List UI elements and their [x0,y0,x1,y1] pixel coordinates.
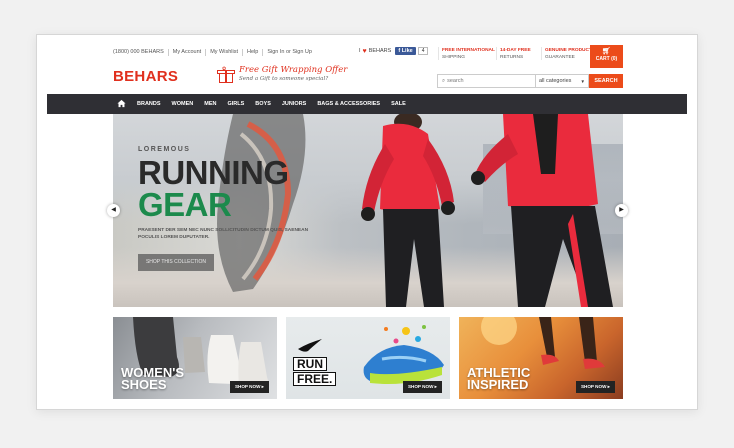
tile-run-free[interactable]: RUN FREE. SHOP NOW ▸ [286,317,450,399]
hero-banner[interactable]: LOREMOUS RUNNING GEAR PRAESENT DER SEM N… [113,114,623,307]
my-account-link[interactable]: My Account [167,49,205,56]
promo-strip: FREE INTERNATIONAL SHIPPING 14-DAY FREE … [438,47,592,60]
chevron-right-icon: ▶ [619,207,624,213]
utility-links: (1800) 000 BEHARS My Account My Wishlist… [113,49,316,56]
promo-title: 14-DAY FREE [500,48,531,53]
fb-like-label: Like [401,48,413,54]
nav-juniors[interactable]: JUNIORS [282,101,306,107]
search-icon: ⌕ [442,78,446,84]
shop-now-button[interactable]: SHOP NOW ▸ [229,381,269,393]
promo-returns[interactable]: 14-DAY FREE RETURNS [496,47,541,60]
social-prefix: I [359,48,361,54]
tile-title-line2: FREE. [293,372,337,386]
gift-icon: ✿ [217,67,235,84]
runner-man-image [471,114,613,307]
promo-title: FREE INTERNATIONAL [442,48,495,53]
my-wishlist-link[interactable]: My Wishlist [205,49,242,56]
hero-kicker: LOREMOUS [138,146,191,153]
shop-now-button[interactable]: SHOP NOW ▸ [575,381,615,393]
main-nav: BRANDS WOMEN MEN GIRLS BOYS JUNIORS BAGS… [47,94,687,114]
phone-number: (1800) 000 BEHARS [113,49,164,55]
nav-boys[interactable]: BOYS [255,101,271,107]
offer-title: Free Gift Wrapping Offer [239,65,348,75]
promo-subtitle: RETURNS [500,55,524,60]
promo-guarantee[interactable]: GENUINE PRODUCT GUARANTEE [541,47,592,60]
category-select[interactable]: all categories ▼ [535,74,589,88]
hero-description: PRAESENT DER SEM NEC NUNC SOLLICITUDIN D… [138,228,309,240]
category-value: all categories [539,78,572,84]
browser-frame: (1800) 000 BEHARS My Account My Wishlist… [36,34,698,410]
tile-womens-shoes[interactable]: WOMEN'S SHOES SHOP NOW ▸ [113,317,277,399]
promo-subtitle: SHIPPING [442,55,465,60]
nav-women[interactable]: WOMEN [172,101,194,107]
search-button[interactable]: SEARCH [589,74,623,88]
slider-next-button[interactable]: ▶ [615,204,628,217]
cart-label: CART (0) [595,56,618,62]
help-link[interactable]: Help [242,49,262,56]
gift-wrap-offer[interactable]: ✿ Free Gift Wrapping Offer Send a Gift t… [217,65,347,84]
tile-title-line1: RUN [293,357,327,371]
tile-title: ATHLETIC INSPIRED [467,365,531,392]
heart-icon: ♥ [362,47,367,55]
tile-title: WOMEN'S SHOES [121,365,185,392]
chevron-left-icon: ◀ [111,207,116,213]
nike-swoosh-icon [298,339,322,352]
site-logo[interactable]: BEHARS [113,68,178,85]
shop-now-button[interactable]: SHOP NOW ▸ [402,381,442,393]
promo-shipping[interactable]: FREE INTERNATIONAL SHIPPING [438,47,496,60]
nav-brands[interactable]: BRANDS [137,101,161,107]
runner-woman-image [361,114,455,307]
fb-like-count: 4 [417,47,429,55]
home-icon[interactable] [117,99,126,108]
tile-athletic-inspired[interactable]: ATHLETIC INSPIRED SHOP NOW ▸ [459,317,623,399]
nav-girls[interactable]: GIRLS [227,101,244,107]
cart-icon: 🛒︎ [602,48,611,55]
nav-sale[interactable]: SALE [391,101,406,107]
nav-men[interactable]: MEN [204,101,216,107]
sign-in-link[interactable]: Sign In or Sign Up [262,49,316,56]
search-placeholder: search [447,78,464,84]
slider-prev-button[interactable]: ◀ [107,204,120,217]
offer-subtitle: Send a Gift to someone special? [239,76,329,82]
social-brand: BEHARS [368,48,392,54]
promo-subtitle: GUARANTEE [545,55,575,60]
shop-collection-button[interactable]: SHOP THIS COLLECTION [138,254,214,271]
promo-title: GENUINE PRODUCT [545,48,592,53]
hero-title-line2: GEAR [138,186,232,223]
hero-title-line1: RUNNING [138,154,289,191]
search-bar: ⌕ search all categories ▼ SEARCH [437,74,623,88]
search-input[interactable]: ⌕ search [437,74,535,88]
nav-bags-accessories[interactable]: BAGS & ACCESSORIES [317,101,380,107]
social-bar: I ♥ BEHARS f Like 4 [359,47,429,55]
tile-title: RUN FREE. [293,357,337,387]
facebook-like-button[interactable]: f Like [395,47,416,55]
chevron-down-icon: ▼ [580,79,585,84]
cart-button[interactable]: 🛒︎ CART (0) [590,45,623,68]
